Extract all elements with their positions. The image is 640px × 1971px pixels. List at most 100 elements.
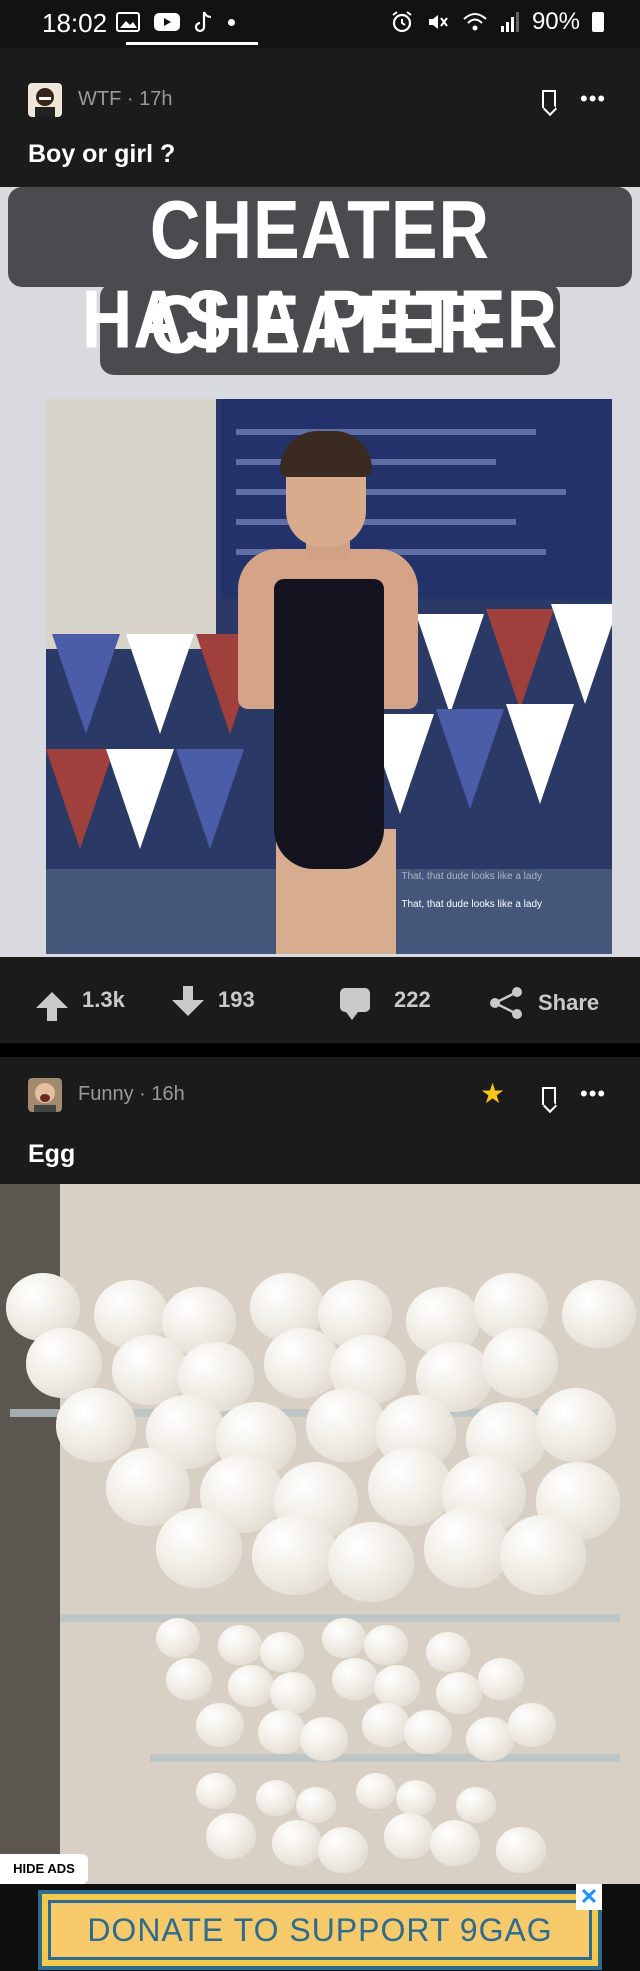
egg: [322, 1618, 366, 1658]
egg: [332, 1658, 378, 1700]
egg: [356, 1773, 396, 1809]
upvote-button[interactable]: 1.3k: [36, 987, 125, 1021]
status-time: 18:02: [42, 8, 108, 38]
pennant: [176, 749, 244, 849]
egg: [156, 1618, 200, 1658]
upvote-icon: [36, 992, 68, 1021]
upvote-count: 1.3k: [82, 987, 125, 1012]
swimsuit: [274, 579, 384, 869]
gallery-icon: [116, 12, 140, 32]
meta-separator: ·: [133, 1083, 152, 1105]
pennant: [126, 634, 194, 734]
bookmark-icon[interactable]: [542, 90, 556, 108]
fridge-shelf: [150, 1754, 620, 1762]
egg: [374, 1665, 420, 1707]
egg: [256, 1780, 296, 1816]
egg: [368, 1448, 452, 1526]
egg: [156, 1508, 242, 1588]
egg: [260, 1632, 304, 1672]
swimmer-hair: [280, 431, 372, 477]
egg: [272, 1820, 322, 1866]
egg: [296, 1787, 336, 1823]
comment-icon: [340, 988, 370, 1020]
status-bar: 18:02 90%: [0, 0, 640, 48]
ad-close-button[interactable]: ✕: [576, 1884, 602, 1910]
post-age: 17h: [139, 88, 173, 110]
downvote-count: 193: [218, 987, 255, 1012]
more-options-icon[interactable]: •••: [580, 1081, 606, 1107]
share-button[interactable]: Share: [490, 987, 599, 1019]
egg: [264, 1328, 340, 1398]
post-image[interactable]: [0, 1184, 640, 1884]
post-header: WTF · 17h •••: [0, 48, 640, 128]
post-title[interactable]: Egg: [28, 1140, 75, 1169]
section-avatar[interactable]: [28, 1078, 62, 1112]
meme-caption-line-2: HAS A PETER: [81, 272, 559, 366]
notification-dot-icon: [228, 18, 235, 26]
ad-banner-text: DONATE TO SUPPORT 9GAG: [48, 1900, 592, 1960]
notification-icons: [116, 10, 235, 34]
egg: [562, 1280, 636, 1348]
egg: [218, 1625, 262, 1665]
star-icon[interactable]: ★: [480, 1077, 505, 1110]
pennant: [46, 749, 114, 849]
post-title[interactable]: Boy or girl ?: [28, 140, 175, 169]
section-name[interactable]: WTF: [78, 88, 121, 110]
hide-ads-button[interactable]: HIDE ADS: [0, 1854, 88, 1884]
bookmark-icon[interactable]: [542, 1087, 556, 1105]
egg: [196, 1703, 244, 1747]
system-icons: 90%: [390, 8, 604, 36]
ad-banner[interactable]: DONATE TO SUPPORT 9GAG: [38, 1890, 602, 1970]
egg: [318, 1827, 368, 1873]
egg: [404, 1710, 452, 1754]
egg: [496, 1827, 546, 1873]
post-age: 16h: [151, 1083, 185, 1105]
more-options-icon[interactable]: •••: [580, 86, 606, 112]
ad-banner-area: DONATE TO SUPPORT 9GAG ✕: [0, 1884, 640, 1971]
egg: [270, 1672, 316, 1714]
pennant: [506, 704, 574, 804]
downvote-icon: [172, 986, 204, 1016]
status-underline: [126, 42, 258, 45]
egg: [206, 1813, 256, 1859]
tiktok-icon: [194, 11, 212, 33]
egg: [252, 1515, 338, 1595]
egg: [456, 1787, 496, 1823]
egg: [328, 1522, 414, 1602]
egg: [424, 1508, 510, 1588]
section-name[interactable]: Funny: [78, 1083, 134, 1105]
post-actions-bar: 1.3k 193 222 Share: [0, 957, 640, 1043]
pennant: [52, 634, 120, 734]
post-header: Funny · 16h ★ •••: [0, 1057, 640, 1137]
egg: [482, 1328, 558, 1398]
egg: [508, 1703, 556, 1747]
pennant: [436, 709, 504, 809]
share-label: Share: [538, 990, 600, 1015]
egg: [166, 1658, 212, 1700]
egg: [436, 1672, 482, 1714]
downvote-button[interactable]: 193: [172, 986, 255, 1016]
egg: [426, 1632, 470, 1672]
pennant: [106, 749, 174, 849]
image-watermark: That, that dude looks like a lady: [401, 899, 542, 910]
comments-button[interactable]: 222: [340, 987, 431, 1020]
signal-icon: [500, 12, 519, 32]
egg: [362, 1703, 410, 1747]
share-icon: [490, 987, 524, 1019]
swimmer-photo: That, that dude looks like a lady That, …: [46, 399, 612, 954]
egg: [430, 1820, 480, 1866]
mute-icon: [428, 15, 448, 29]
post-meta[interactable]: Funny · 16h: [78, 1083, 185, 1106]
egg: [258, 1710, 306, 1754]
post-meta[interactable]: WTF · 17h: [78, 88, 172, 111]
egg: [306, 1388, 386, 1462]
egg: [396, 1780, 436, 1816]
egg: [500, 1515, 586, 1595]
post-image[interactable]: CHEATER CHEATER HAS A PETER That, that d…: [0, 187, 640, 957]
wifi-icon: [463, 13, 487, 31]
section-avatar[interactable]: [28, 83, 62, 117]
egg: [466, 1717, 514, 1761]
egg: [300, 1717, 348, 1761]
egg: [478, 1658, 524, 1700]
image-watermark: That, that dude looks like a lady: [401, 871, 542, 882]
